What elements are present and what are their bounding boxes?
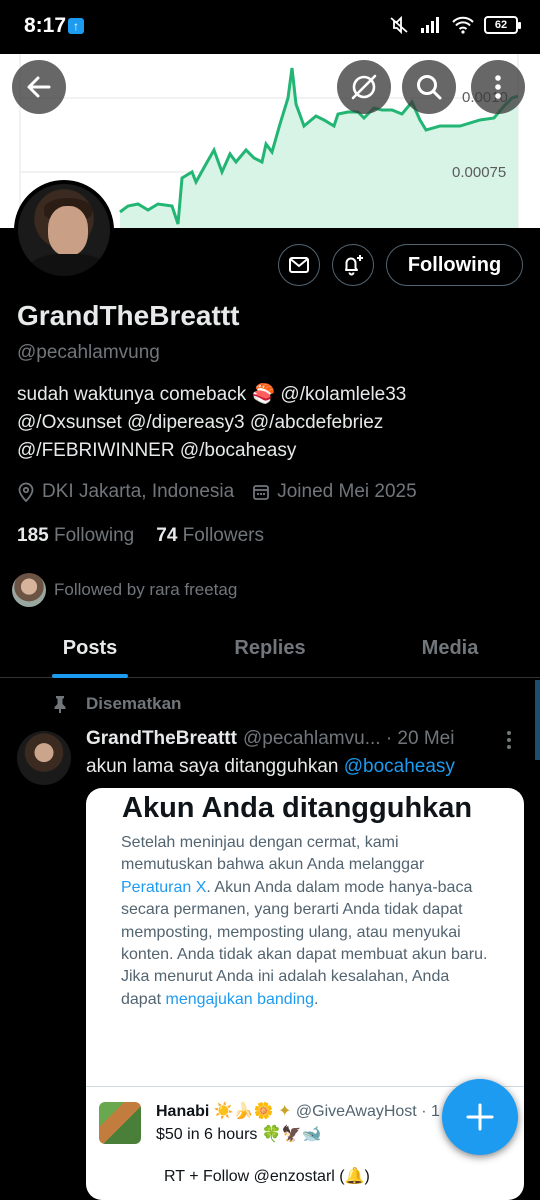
post-date: · 20 Mei: [385, 728, 455, 749]
status-icons: 62: [388, 16, 521, 34]
location-pin-icon: [18, 482, 34, 502]
card-link-rules: Peraturan X: [121, 878, 207, 896]
grok-icon: [351, 74, 377, 100]
joined-text: Joined Mei 2025: [277, 481, 417, 502]
embedded-name: Hanabi ☀️🍌🌼: [156, 1103, 274, 1120]
post-author-avatar[interactable]: [17, 731, 71, 785]
followers-label: Followers: [182, 525, 264, 546]
more-button[interactable]: [471, 60, 525, 114]
pinned-label: Disematkan: [86, 694, 182, 713]
profile-avatar[interactable]: [14, 180, 114, 280]
location-item: DKI Jakarta, Indonesia: [17, 481, 234, 503]
followers-count: 74: [156, 525, 178, 546]
card-text-1: Setelah meninjau dengan cermat, kami mem…: [121, 834, 425, 874]
post-author-handle[interactable]: @pecahlamvu...: [243, 728, 381, 750]
card-title: Akun Anda ditangguhkan: [122, 792, 473, 824]
followed-by-text: Followed by rara freetag: [54, 580, 238, 599]
bell-plus-icon: [345, 255, 363, 276]
calendar-icon: [253, 485, 270, 500]
card-text-3: .: [314, 990, 319, 1008]
following-stat[interactable]: 185 Following: [17, 525, 134, 547]
avatar-face: [48, 206, 88, 256]
tab-posts[interactable]: Posts: [0, 620, 180, 678]
scroll-indicator[interactable]: [535, 680, 540, 760]
more-vertical-icon: [507, 731, 511, 749]
status-time: 8:17: [24, 14, 67, 37]
mute-icon: [390, 16, 408, 34]
following-label: Following: [53, 525, 135, 546]
location-text: DKI Jakarta, Indonesia: [42, 481, 235, 502]
pin-icon: [54, 696, 66, 713]
card-link-appeal: mengajukan banding: [165, 990, 315, 1008]
followed-by[interactable]: Followed by rara freetag: [12, 573, 237, 607]
search-icon: [417, 75, 442, 100]
wifi-icon: [452, 16, 474, 34]
display-name: GrandTheBreattt: [17, 300, 240, 331]
card-text-2: . Akun Anda dalam mode hanya-baca secara…: [121, 878, 488, 1008]
arrow-left-icon: [27, 76, 51, 98]
tick-label: 0.00075: [452, 164, 507, 181]
post-author-name[interactable]: GrandTheBreattt: [86, 728, 237, 750]
grok-button[interactable]: [337, 60, 391, 114]
follower-avatar: [12, 573, 46, 607]
post-header: GrandTheBreattt @pecahlamvu... · 20 Mei: [86, 728, 454, 750]
upload-notification-icon: ↑: [68, 18, 84, 34]
tab-replies[interactable]: Replies: [180, 620, 360, 677]
post-body: akun lama saya ditangguhkan: [86, 756, 344, 777]
search-button[interactable]: [402, 60, 456, 114]
back-button[interactable]: [12, 60, 66, 114]
tab-media[interactable]: Media: [360, 620, 540, 677]
post-text: akun lama saya ditangguhkan @bocaheasy: [86, 756, 455, 778]
embedded-text: $50 in 6 hours 🍀🦅🐋: [156, 1126, 322, 1143]
embedded-text-2: RT + Follow @enzostarl (🔔): [164, 1168, 370, 1185]
follow-stats: 185 Following 74 Followers: [17, 525, 264, 547]
envelope-icon: [289, 257, 309, 273]
joined-item: Joined Mei 2025: [252, 481, 417, 503]
embedded-avatar: [99, 1102, 141, 1144]
embedded-handle: @GiveAwayHost · 1 ja: [295, 1103, 457, 1120]
verified-badge-icon: ✦: [278, 1103, 292, 1120]
battery-icon: 62: [484, 16, 521, 34]
post-mention-link[interactable]: @bocaheasy: [344, 756, 455, 777]
more-vertical-icon: [495, 75, 501, 99]
post-more-button[interactable]: [506, 730, 512, 756]
notify-button[interactable]: [332, 244, 374, 286]
message-button[interactable]: [278, 244, 320, 286]
signal-icon: [421, 17, 439, 33]
following-count: 185: [17, 525, 49, 546]
profile-bio: sudah waktunya comeback 🍣 @/kolamlele33 …: [17, 384, 407, 461]
embedded-header: Hanabi ☀️🍌🌼 ✦ @GiveAwayHost · 1 ja: [156, 1101, 457, 1121]
user-handle: @pecahlamvung: [17, 342, 160, 363]
plus-icon: [466, 1103, 494, 1131]
compose-button[interactable]: [442, 1079, 518, 1155]
followers-stat[interactable]: 74 Followers: [156, 525, 264, 547]
pinned-indicator: Disematkan: [52, 694, 181, 714]
status-bar: 8:17 ↑ 62: [0, 0, 540, 54]
card-body: Setelah meninjau dengan cermat, kami mem…: [121, 832, 491, 1011]
avatar-suit: [28, 254, 108, 276]
following-button[interactable]: Following: [386, 244, 523, 286]
profile-tabs: Posts Replies Media: [0, 620, 540, 678]
profile-meta: DKI Jakarta, Indonesia Joined Mei 2025: [17, 481, 435, 503]
